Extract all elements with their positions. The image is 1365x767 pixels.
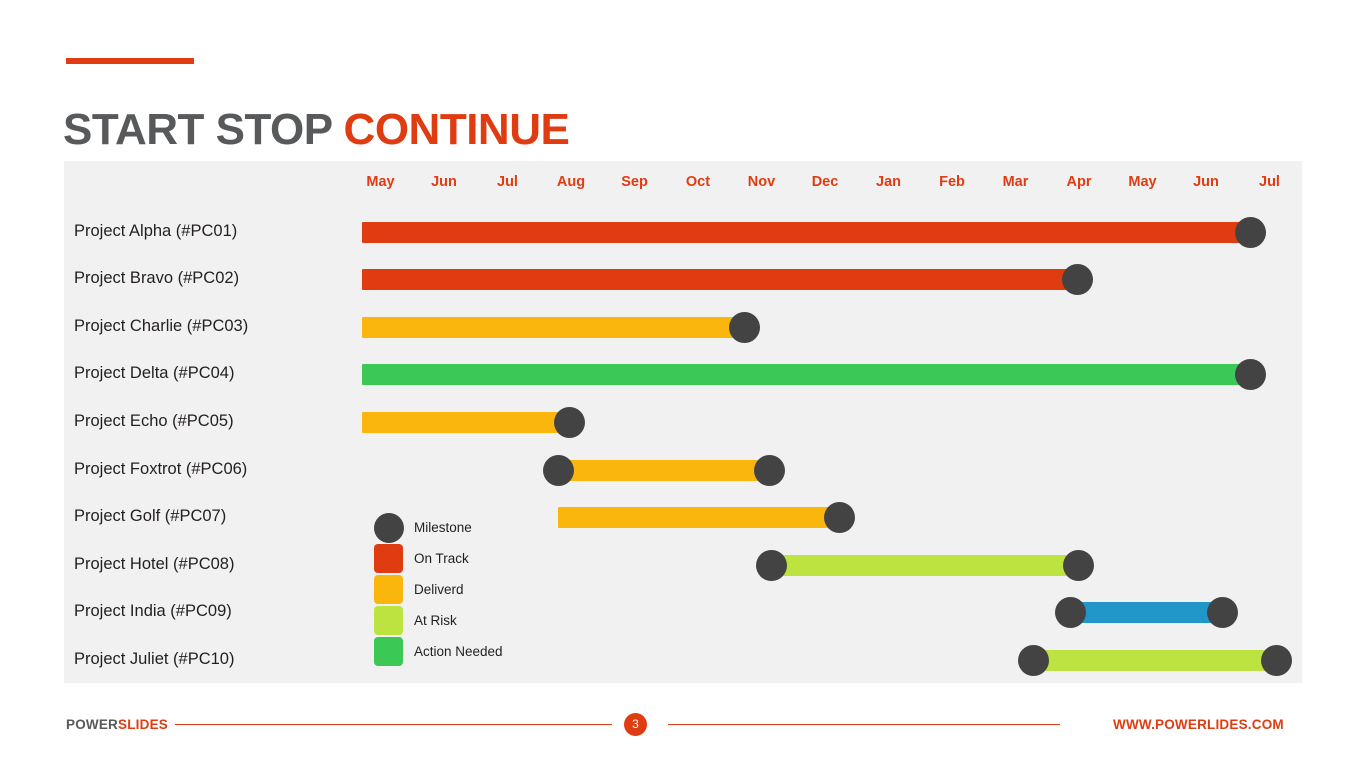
milestone-marker[interactable] (1260, 644, 1292, 676)
legend-item-label: Action Needed (414, 644, 503, 659)
milestone-marker[interactable] (1054, 597, 1086, 629)
gantt-bar[interactable] (362, 316, 744, 338)
month-label-8: Jan (876, 174, 901, 190)
footer-website-url: WWW.POWERLIDES.COM (1113, 717, 1284, 732)
gantt-bar[interactable] (362, 221, 1250, 243)
legend-item-label: On Track (414, 551, 469, 566)
month-label-7: Dec (811, 174, 839, 190)
milestone-marker[interactable] (755, 549, 787, 581)
task-label: Project Charlie (#PC03) (74, 316, 249, 335)
footer-divider-left (175, 724, 612, 725)
gantt-bar[interactable] (1033, 649, 1276, 671)
milestone-marker[interactable] (728, 311, 760, 343)
gantt-bar[interactable] (558, 507, 839, 529)
month-label-14: Jul (1259, 174, 1280, 190)
legend-item-label: Milestone (414, 520, 472, 535)
gantt-bar[interactable] (1070, 602, 1222, 624)
gantt-bar[interactable] (362, 364, 1250, 386)
gantt-bar[interactable] (362, 269, 1077, 291)
milestone-swatch-icon (374, 513, 404, 543)
task-label: Project Alpha (#PC01) (74, 221, 238, 240)
page-title-primary: START STOP (63, 105, 344, 155)
task-label: Project Bravo (#PC02) (74, 269, 240, 288)
page-title-accent: CONTINUE (343, 105, 570, 155)
legend-swatch-icon (374, 544, 403, 573)
footer-brand-accent: SLIDES (118, 717, 168, 732)
milestone-marker[interactable] (823, 502, 855, 534)
month-label-5: Oct (685, 174, 711, 190)
legend-swatch-icon (374, 606, 403, 635)
legend-item-label: At Risk (414, 613, 457, 628)
month-label-2: Jul (497, 174, 518, 190)
task-label: Project Echo (#PC05) (74, 411, 234, 430)
milestone-marker[interactable] (1206, 597, 1238, 629)
task-label: Project India (#PC09) (74, 602, 232, 621)
milestone-marker[interactable] (753, 454, 785, 486)
gantt-bar[interactable] (558, 459, 769, 481)
month-label-9: Feb (939, 174, 965, 190)
task-label: Project Delta (#PC04) (74, 364, 235, 383)
footer-brand-logo: POWERSLIDES (66, 716, 168, 734)
milestone-marker[interactable] (1234, 216, 1266, 248)
month-label-11: Apr (1066, 174, 1092, 190)
footer-brand-primary: POWER (66, 717, 119, 732)
legend-item-label: Deliverd (414, 582, 464, 597)
task-label: Project Juliet (#PC10) (74, 649, 235, 668)
page-title: START STOP CONTINUE (63, 102, 570, 158)
month-label-6: Nov (747, 174, 776, 190)
gantt-bar[interactable] (362, 411, 569, 433)
task-label: Project Hotel (#PC08) (74, 554, 235, 573)
month-label-13: Jun (1193, 174, 1219, 190)
month-label-1: Jun (431, 174, 457, 190)
milestone-marker[interactable] (542, 454, 574, 486)
milestone-marker[interactable] (1062, 549, 1094, 581)
month-label-4: Sep (621, 174, 648, 190)
task-label: Project Golf (#PC07) (74, 507, 227, 526)
milestone-marker[interactable] (1234, 359, 1266, 391)
milestone-marker[interactable] (1061, 264, 1093, 296)
title-accent-rule (66, 58, 194, 64)
month-label-10: Mar (1002, 174, 1029, 190)
gantt-bar[interactable] (771, 554, 1078, 576)
milestone-marker[interactable] (1017, 644, 1049, 676)
task-label: Project Foxtrot (#PC06) (74, 459, 248, 478)
month-label-0: May (366, 174, 395, 190)
month-label-12: May (1128, 174, 1157, 190)
page-number-badge: 3 (624, 713, 647, 736)
legend-swatch-icon (374, 575, 403, 604)
month-label-3: Aug (556, 174, 586, 190)
footer-divider-right (668, 724, 1060, 725)
milestone-marker[interactable] (553, 406, 585, 438)
legend-swatch-icon (374, 637, 403, 666)
